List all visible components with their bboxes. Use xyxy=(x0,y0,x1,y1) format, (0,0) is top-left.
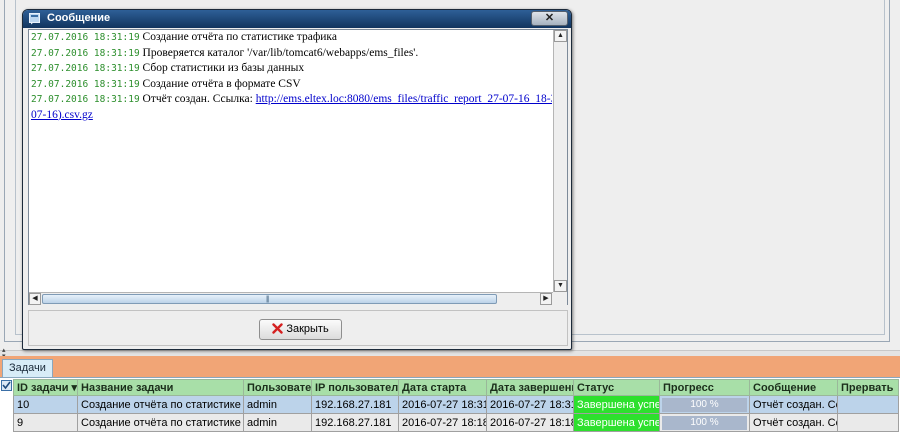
status-badge: Завершена успе... xyxy=(573,395,660,414)
cell-name: Создание отчёта по статистике тр... xyxy=(77,413,244,432)
column-header-message[interactable]: Сообщение xyxy=(749,379,838,396)
message-dialog: Сообщение ✕ 27.07.2016 18:31:19 Создание… xyxy=(22,9,572,350)
horizontal-scroll-thumb[interactable]: ||| xyxy=(42,294,497,304)
column-header-name[interactable]: Название задачи xyxy=(77,379,244,396)
dialog-title-bar[interactable]: Сообщение ✕ xyxy=(23,10,571,28)
scroll-grip-icon: ||| xyxy=(266,296,270,303)
log-line: 07-16).csv.gz xyxy=(31,108,552,123)
cell-end: 2016-07-27 18:31... xyxy=(486,395,574,414)
cell-id: 10 xyxy=(13,395,78,414)
scroll-up-arrow-icon[interactable]: ▲ xyxy=(554,30,567,42)
log-timestamp: 27.07.2016 18:31:19 xyxy=(31,63,140,74)
log-line: 27.07.2016 18:31:19 Сбор статистики из б… xyxy=(31,61,552,77)
cell-user: admin xyxy=(243,395,312,414)
log-line: 27.07.2016 18:31:19 Создание отчёта в фо… xyxy=(31,77,552,93)
log-line: 27.07.2016 18:31:19 Создание отчёта по с… xyxy=(31,30,552,46)
tasks-table-container: ID задачи ▾ Название задачи Пользовате..… xyxy=(0,377,900,438)
cell-message: Отчёт создан. Сс... xyxy=(749,413,838,432)
column-header-user[interactable]: Пользовате... xyxy=(243,379,312,396)
log-message: Создание отчёта по статистике трафика xyxy=(142,31,337,43)
cell-progress: 100 % xyxy=(659,413,750,432)
table-row[interactable]: 9 Создание отчёта по статистике тр... ad… xyxy=(13,413,899,432)
report-link[interactable]: http://ems.eltex.loc:8080/ems_files/traf… xyxy=(256,93,552,105)
dialog-close-icon[interactable]: ✕ xyxy=(531,11,568,26)
scroll-corner xyxy=(553,292,567,305)
status-badge: Завершена успе... xyxy=(573,413,660,432)
column-header-status[interactable]: Статус xyxy=(573,379,660,396)
vertical-scrollbar[interactable]: ▲ ▼ xyxy=(553,30,567,292)
cell-start: 2016-07-27 18:31... xyxy=(398,395,487,414)
close-button-label: Закрыть xyxy=(286,323,329,335)
cell-name: Создание отчёта по статистике тр... xyxy=(77,395,244,414)
column-header-progress[interactable]: Прогресс xyxy=(659,379,750,396)
tasks-panel: Задачи ID задачи ▾ Название задачи Польз… xyxy=(0,356,900,438)
tab-tasks[interactable]: Задачи xyxy=(2,359,53,377)
progress-bar: 100 % xyxy=(662,415,747,430)
column-header-abort[interactable]: Прервать xyxy=(837,379,899,396)
cell-ip: 192.168.27.181 xyxy=(311,413,399,432)
column-header-start[interactable]: Дата старта xyxy=(398,379,487,396)
log-timestamp: 27.07.2016 18:31:19 xyxy=(31,32,140,43)
scroll-down-arrow-icon[interactable]: ▼ xyxy=(554,280,567,292)
message-window-icon xyxy=(29,13,40,25)
table-header-row: ID задачи ▾ Название задачи Пользовате..… xyxy=(13,379,899,396)
log-message: Проверяется каталог '/var/lib/tomcat6/we… xyxy=(142,46,419,59)
scroll-left-arrow-icon[interactable]: ◀ xyxy=(29,293,41,305)
checkbox-icon[interactable] xyxy=(1,380,12,391)
log-text-area[interactable]: 27.07.2016 18:31:19 Создание отчёта по с… xyxy=(28,29,568,305)
tasks-table: ID задачи ▾ Название задачи Пользовате..… xyxy=(13,379,899,432)
report-link-continued[interactable]: 07-16).csv.gz xyxy=(31,109,93,121)
log-message: Отчёт создан. Ссылка: xyxy=(142,93,256,105)
log-timestamp: 27.07.2016 18:31:19 xyxy=(31,94,140,105)
log-line: 27.07.2016 18:31:19 Отчёт создан. Ссылка… xyxy=(31,92,552,108)
column-header-end[interactable]: Дата завершения xyxy=(486,379,574,396)
cell-abort[interactable] xyxy=(837,395,899,414)
log-timestamp: 27.07.2016 18:31:19 xyxy=(31,78,140,90)
red-x-icon xyxy=(272,323,284,334)
log-content: 27.07.2016 18:31:19 Создание отчёта по с… xyxy=(31,30,552,292)
cell-user: admin xyxy=(243,413,312,432)
log-timestamp: 27.07.2016 18:31:19 xyxy=(31,47,140,59)
dialog-title: Сообщение xyxy=(47,12,111,24)
horizontal-scrollbar[interactable]: ◀ ||| ▶ xyxy=(29,292,567,305)
cell-ip: 192.168.27.181 xyxy=(311,395,399,414)
cell-id: 9 xyxy=(13,413,78,432)
cell-end: 2016-07-27 18:18... xyxy=(486,413,574,432)
close-button[interactable]: Закрыть xyxy=(259,319,342,340)
log-message: Сбор статистики из базы данных xyxy=(142,62,305,74)
cell-abort[interactable] xyxy=(837,413,899,432)
cell-start: 2016-07-27 18:18... xyxy=(398,413,487,432)
progress-bar: 100 % xyxy=(662,397,747,412)
cell-progress: 100 % xyxy=(659,395,750,414)
dialog-button-bar: Закрыть xyxy=(28,310,568,346)
table-row[interactable]: 10 Создание отчёта по статистике тр... a… xyxy=(13,395,899,414)
log-message: Создание отчёта в формате CSV xyxy=(142,77,301,90)
cell-message: Отчёт создан. Сс... xyxy=(749,395,838,414)
scroll-right-arrow-icon[interactable]: ▶ xyxy=(540,293,552,305)
log-line: 27.07.2016 18:31:19 Проверяется каталог … xyxy=(31,46,552,62)
column-header-id[interactable]: ID задачи ▾ xyxy=(13,379,78,396)
column-header-ip[interactable]: IP пользователя xyxy=(311,379,399,396)
